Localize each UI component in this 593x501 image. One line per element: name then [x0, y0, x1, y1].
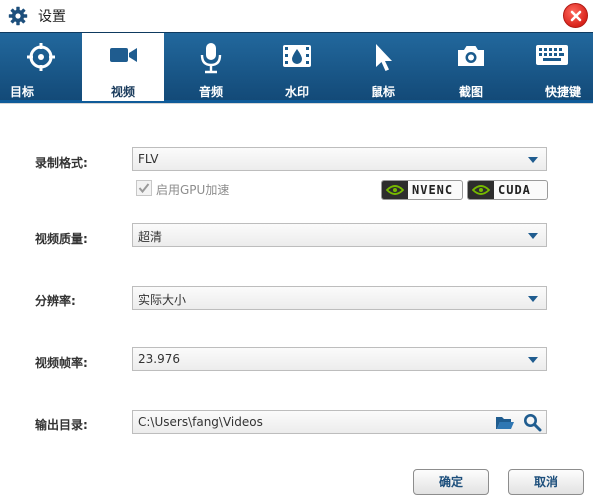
select-value: 实际大小 — [138, 293, 187, 307]
folder-open-icon[interactable] — [495, 414, 515, 434]
tab-screenshot[interactable]: 截图 — [430, 33, 512, 101]
chevron-down-icon — [528, 296, 538, 302]
tab-label: 鼠标 — [370, 85, 395, 99]
cuda-label: CUDA — [498, 183, 531, 197]
cancel-button[interactable]: 取消 — [508, 469, 584, 495]
chevron-down-icon — [528, 157, 538, 163]
video-camera-icon — [110, 48, 137, 62]
output-dir-value: C:\Users\fang\Videos — [138, 415, 263, 429]
tab-label: 目标 — [10, 85, 35, 99]
chevron-down-icon — [528, 233, 538, 239]
tab-audio[interactable]: 音频 — [170, 33, 252, 101]
cuda-badge: CUDA — [467, 180, 548, 200]
tab-hotkeys[interactable]: 快捷键 — [511, 33, 593, 101]
gpu-acceleration-checkbox[interactable] — [136, 180, 152, 196]
tab-label: 截图 — [458, 85, 483, 99]
tab-watermark[interactable]: 水印 — [256, 33, 338, 101]
window-title: 设置 — [38, 9, 66, 25]
ok-button[interactable]: 确定 — [413, 469, 489, 495]
tab-video[interactable]: 视频 — [82, 33, 164, 101]
watermark-film-icon — [283, 45, 311, 67]
tab-label: 视频 — [110, 85, 135, 99]
cursor-icon — [376, 44, 392, 71]
record-format-label: 录制格式: — [35, 156, 88, 170]
select-value: 超清 — [138, 230, 163, 244]
tab-label: 快捷键 — [544, 85, 581, 99]
nvenc-badge: NVENC — [381, 180, 463, 200]
gear-icon — [8, 6, 28, 26]
tab-label: 音频 — [198, 85, 223, 99]
video-quality-label: 视频质量: — [35, 232, 88, 246]
nvidia-logo-icon — [382, 181, 408, 199]
checkmark-icon — [138, 183, 150, 194]
tab-target[interactable]: 目标 — [0, 33, 82, 101]
search-icon[interactable] — [523, 413, 542, 435]
framerate-select[interactable]: 23.976 — [132, 347, 547, 371]
camera-icon — [458, 46, 484, 66]
chevron-down-icon — [528, 357, 538, 363]
output-dir-label: 输出目录: — [35, 418, 88, 432]
tab-bar: 目标 视频 音频 水印 鼠标 截图 快捷键 — [0, 32, 593, 103]
select-value: FLV — [138, 152, 159, 166]
title-bar: 设置 — [0, 0, 593, 32]
resolution-label: 分辨率: — [35, 294, 76, 308]
select-value: 23.976 — [138, 352, 180, 366]
nvenc-label: NVENC — [412, 183, 454, 197]
target-icon — [27, 43, 55, 71]
tab-label: 水印 — [284, 85, 309, 99]
nvidia-logo-icon — [468, 181, 494, 199]
record-format-select[interactable]: FLV — [132, 147, 547, 171]
close-button[interactable] — [563, 3, 588, 28]
keyboard-icon — [536, 45, 568, 65]
microphone-icon — [200, 43, 222, 74]
framerate-label: 视频帧率: — [35, 356, 88, 370]
tab-mouse[interactable]: 鼠标 — [342, 33, 424, 101]
gpu-acceleration-label: 启用GPU加速 — [156, 183, 230, 197]
output-dir-field[interactable]: C:\Users\fang\Videos — [132, 410, 547, 434]
resolution-select[interactable]: 实际大小 — [132, 286, 547, 310]
video-quality-select[interactable]: 超清 — [132, 223, 547, 247]
close-icon — [570, 10, 582, 22]
